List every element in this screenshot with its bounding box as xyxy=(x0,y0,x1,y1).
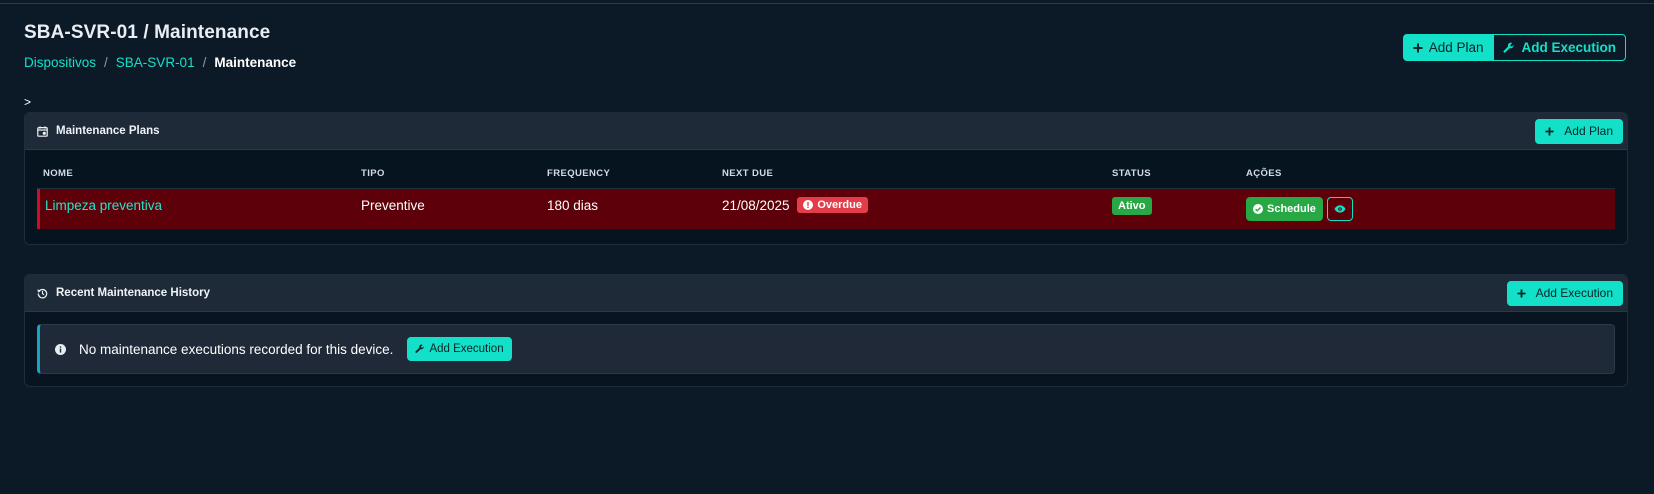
plan-frequency: 180 dias xyxy=(547,198,599,213)
exclamation-circle-icon xyxy=(803,200,814,211)
maintenance-history-body: No maintenance executions recorded for t… xyxy=(25,312,1627,386)
column-header-status: STATUS xyxy=(1112,168,1151,179)
header-actions: Add Plan Add Execution xyxy=(1402,34,1626,61)
maintenance-history-title-group: Recent Maintenance History xyxy=(37,287,210,299)
add-plan-button-label: Add Plan xyxy=(1428,40,1484,55)
plan-actions: Schedule xyxy=(1246,197,1353,221)
plus-icon xyxy=(1413,43,1423,52)
check-circle-icon xyxy=(1253,204,1263,214)
plan-type: Preventive xyxy=(361,198,425,213)
breadcrumb-current: Maintenance xyxy=(214,55,297,70)
maintenance-plans-table: NOME TIPO FREQUENCY NEXT DUE STATUS AÇÕE… xyxy=(25,150,1627,244)
overdue-badge-label: Overdue xyxy=(817,199,862,212)
status-badge: Ativo xyxy=(1112,197,1152,215)
table-row: Limpeza preventiva Preventive 180 dias 2… xyxy=(37,189,1615,229)
plus-icon xyxy=(1545,126,1554,136)
add-execution-button[interactable]: Add Execution xyxy=(1493,34,1626,61)
column-header-acoes: AÇÕES xyxy=(1246,168,1282,179)
column-header-nome: NOME xyxy=(43,168,74,179)
plan-name-link[interactable]: Limpeza preventiva xyxy=(45,198,162,213)
column-header-next-due: NEXT DUE xyxy=(722,168,774,179)
maintenance-plans-card: Maintenance Plans Add Plan NOME TIPO FRE… xyxy=(24,112,1628,245)
breadcrumb-link-device[interactable]: SBA-SVR-01 xyxy=(116,55,195,70)
schedule-button-label: Schedule xyxy=(1267,203,1316,215)
column-header-tipo: TIPO xyxy=(361,168,385,179)
maintenance-plans-title: Maintenance Plans xyxy=(56,125,160,137)
stray-text: > xyxy=(24,95,32,109)
breadcrumb: Dispositivos / SBA-SVR-01 / Maintenance xyxy=(24,55,296,70)
maintenance-history-card: Recent Maintenance History Add Execution… xyxy=(24,274,1628,387)
history-add-execution-button[interactable]: Add Execution xyxy=(1506,280,1623,306)
maintenance-plans-header: Maintenance Plans Add Plan xyxy=(25,113,1627,150)
schedule-button[interactable]: Schedule xyxy=(1246,197,1323,221)
history-add-execution-label: Add Execution xyxy=(1535,286,1613,300)
maintenance-history-header: Recent Maintenance History Add Execution xyxy=(25,275,1627,312)
plus-icon xyxy=(1517,288,1526,298)
wrench-icon xyxy=(415,344,425,353)
history-icon xyxy=(37,288,48,298)
overdue-badge: Overdue xyxy=(797,197,868,214)
table-header: NOME TIPO FREQUENCY NEXT DUE STATUS AÇÕE… xyxy=(37,150,1615,189)
plan-next-due: 21/08/2025 Overdue xyxy=(722,197,868,214)
breadcrumb-separator: / xyxy=(104,55,108,70)
empty-history-message: No maintenance executions recorded for t… xyxy=(79,341,394,357)
view-plan-button[interactable] xyxy=(1326,197,1353,221)
maintenance-history-title: Recent Maintenance History xyxy=(56,287,211,299)
empty-add-execution-button[interactable]: Add Execution xyxy=(407,337,512,361)
plans-add-plan-label: Add Plan xyxy=(1564,124,1613,138)
empty-add-execution-label: Add Execution xyxy=(429,343,504,355)
calendar-icon xyxy=(37,125,48,137)
plans-add-plan-button[interactable]: Add Plan xyxy=(1535,118,1623,144)
page-title: SBA-SVR-01 / Maintenance xyxy=(24,22,271,43)
empty-history-alert: No maintenance executions recorded for t… xyxy=(37,324,1615,374)
top-divider xyxy=(0,3,1654,4)
next-due-date: 21/08/2025 xyxy=(722,198,790,213)
wrench-icon xyxy=(1503,42,1515,53)
maintenance-plans-title-group: Maintenance Plans xyxy=(37,125,160,137)
column-header-frequency: FREQUENCY xyxy=(547,168,611,179)
breadcrumb-separator: / xyxy=(202,55,207,70)
add-execution-button-label: Add Execution xyxy=(1521,40,1616,55)
breadcrumb-link-dispositivos[interactable]: Dispositivos xyxy=(24,55,96,70)
add-plan-button[interactable]: Add Plan xyxy=(1402,34,1494,61)
info-icon xyxy=(55,343,66,355)
plan-status: Ativo xyxy=(1112,197,1152,215)
eye-icon xyxy=(1334,205,1346,213)
